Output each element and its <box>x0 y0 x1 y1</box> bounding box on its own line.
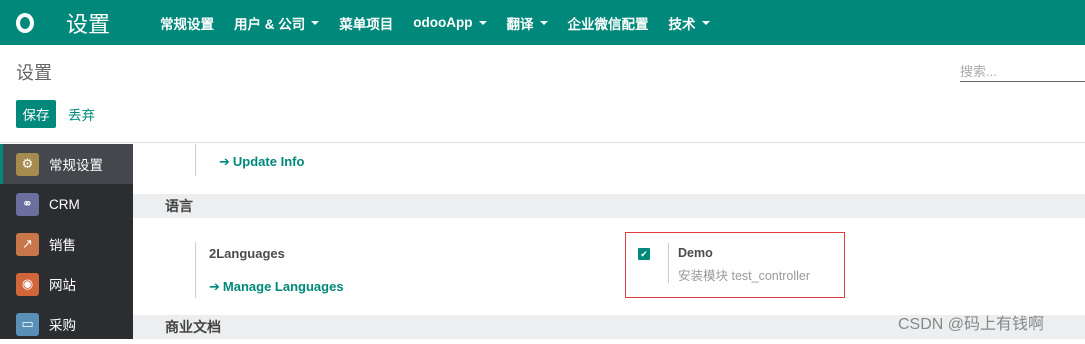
odoo-logo-icon <box>16 12 34 33</box>
chevron-down-icon <box>539 20 548 25</box>
menu-label: 企业微信配置 <box>567 16 649 32</box>
divider <box>668 243 669 283</box>
search-input[interactable]: 搜索... <box>960 58 1085 82</box>
demo-subtitle: 安装模块 test_controller <box>678 269 810 283</box>
manage-languages-link[interactable]: ➔ Manage Languages <box>209 279 344 295</box>
control-panel: 设置 搜索... 保存 丢弃 <box>0 45 1085 143</box>
menu-item-users-companies[interactable]: 用户 & 公司 <box>224 0 329 45</box>
chevron-down-icon <box>478 20 487 25</box>
arrow-right-icon: ➔ <box>209 279 220 294</box>
sidebar-item-label: 采购 <box>49 318 76 333</box>
top-menu: 常规设置 用户 & 公司 菜单项目 odooApp 翻译 企业微信配置 技术 <box>150 0 720 45</box>
update-info-link[interactable]: ➔ Update Info <box>219 154 304 170</box>
menu-label: odooApp <box>413 15 473 30</box>
sidebar-item-website[interactable]: ◉ 网站 <box>0 264 133 304</box>
menu-label: 用户 & 公司 <box>234 16 306 32</box>
card-icon: ▭ <box>16 312 39 336</box>
languages-title: 2Languages <box>209 246 285 261</box>
sidebar-item-label: CRM <box>49 196 80 212</box>
sidebar-item-sales[interactable]: ↗ 销售 <box>0 224 133 264</box>
demo-title: Demo <box>678 246 713 260</box>
menu-item-menu-items[interactable]: 菜单项目 <box>329 0 403 45</box>
menu-label: 翻译 <box>506 16 534 32</box>
menu-label: 常规设置 <box>160 16 214 32</box>
discard-button[interactable]: 丢弃 <box>68 100 95 128</box>
demo-setting-highlight: ✔ Demo 安装模块 test_controller <box>625 232 845 298</box>
chevron-down-icon <box>311 20 320 25</box>
watermark: CSDN @码上有钱啊 <box>898 316 1045 333</box>
gear-icon: ⚙ <box>16 152 39 176</box>
globe-icon: ◉ <box>16 272 39 296</box>
menu-item-translations[interactable]: 翻译 <box>497 0 558 45</box>
divider <box>195 144 196 176</box>
sidebar-item-label: 网站 <box>49 278 76 293</box>
sidebar-item-label: 销售 <box>49 238 76 253</box>
handshake-icon: ⚭ <box>16 192 39 216</box>
menu-label: 菜单项目 <box>339 16 394 32</box>
settings-sidebar: ⚙ 常规设置 ⚭ CRM ↗ 销售 ◉ 网站 ▭ 采购 <box>0 144 133 339</box>
breadcrumb: 设置 <box>16 63 52 83</box>
sidebar-item-crm[interactable]: ⚭ CRM <box>0 184 133 224</box>
apps-menu-button[interactable] <box>0 0 50 45</box>
menu-item-technical[interactable]: 技术 <box>659 0 720 45</box>
menu-label: 技术 <box>668 16 696 32</box>
link-label: Update Info <box>232 154 305 169</box>
link-label: Manage Languages <box>222 279 344 294</box>
chart-icon: ↗ <box>16 232 39 256</box>
app-title: 设置 <box>66 11 111 37</box>
save-button[interactable]: 保存 <box>16 100 56 128</box>
top-navbar: 设置 常规设置 用户 & 公司 菜单项目 odooApp 翻译 企业微信配置 技… <box>0 0 1085 45</box>
sidebar-item-purchase[interactable]: ▭ 采购 <box>0 304 133 344</box>
sidebar-item-label: 常规设置 <box>49 158 103 173</box>
sidebar-item-general-settings[interactable]: ⚙ 常规设置 <box>0 144 133 184</box>
chevron-down-icon <box>701 20 710 25</box>
arrow-right-icon: ➔ <box>219 154 230 169</box>
divider <box>195 242 196 298</box>
menu-item-general-settings[interactable]: 常规设置 <box>150 0 224 45</box>
demo-checkbox[interactable]: ✔ <box>638 248 650 260</box>
menu-item-wechat-config[interactable]: 企业微信配置 <box>558 0 659 45</box>
menu-item-odooapp[interactable]: odooApp <box>403 0 496 45</box>
section-header-language: 语言 <box>133 194 1085 218</box>
